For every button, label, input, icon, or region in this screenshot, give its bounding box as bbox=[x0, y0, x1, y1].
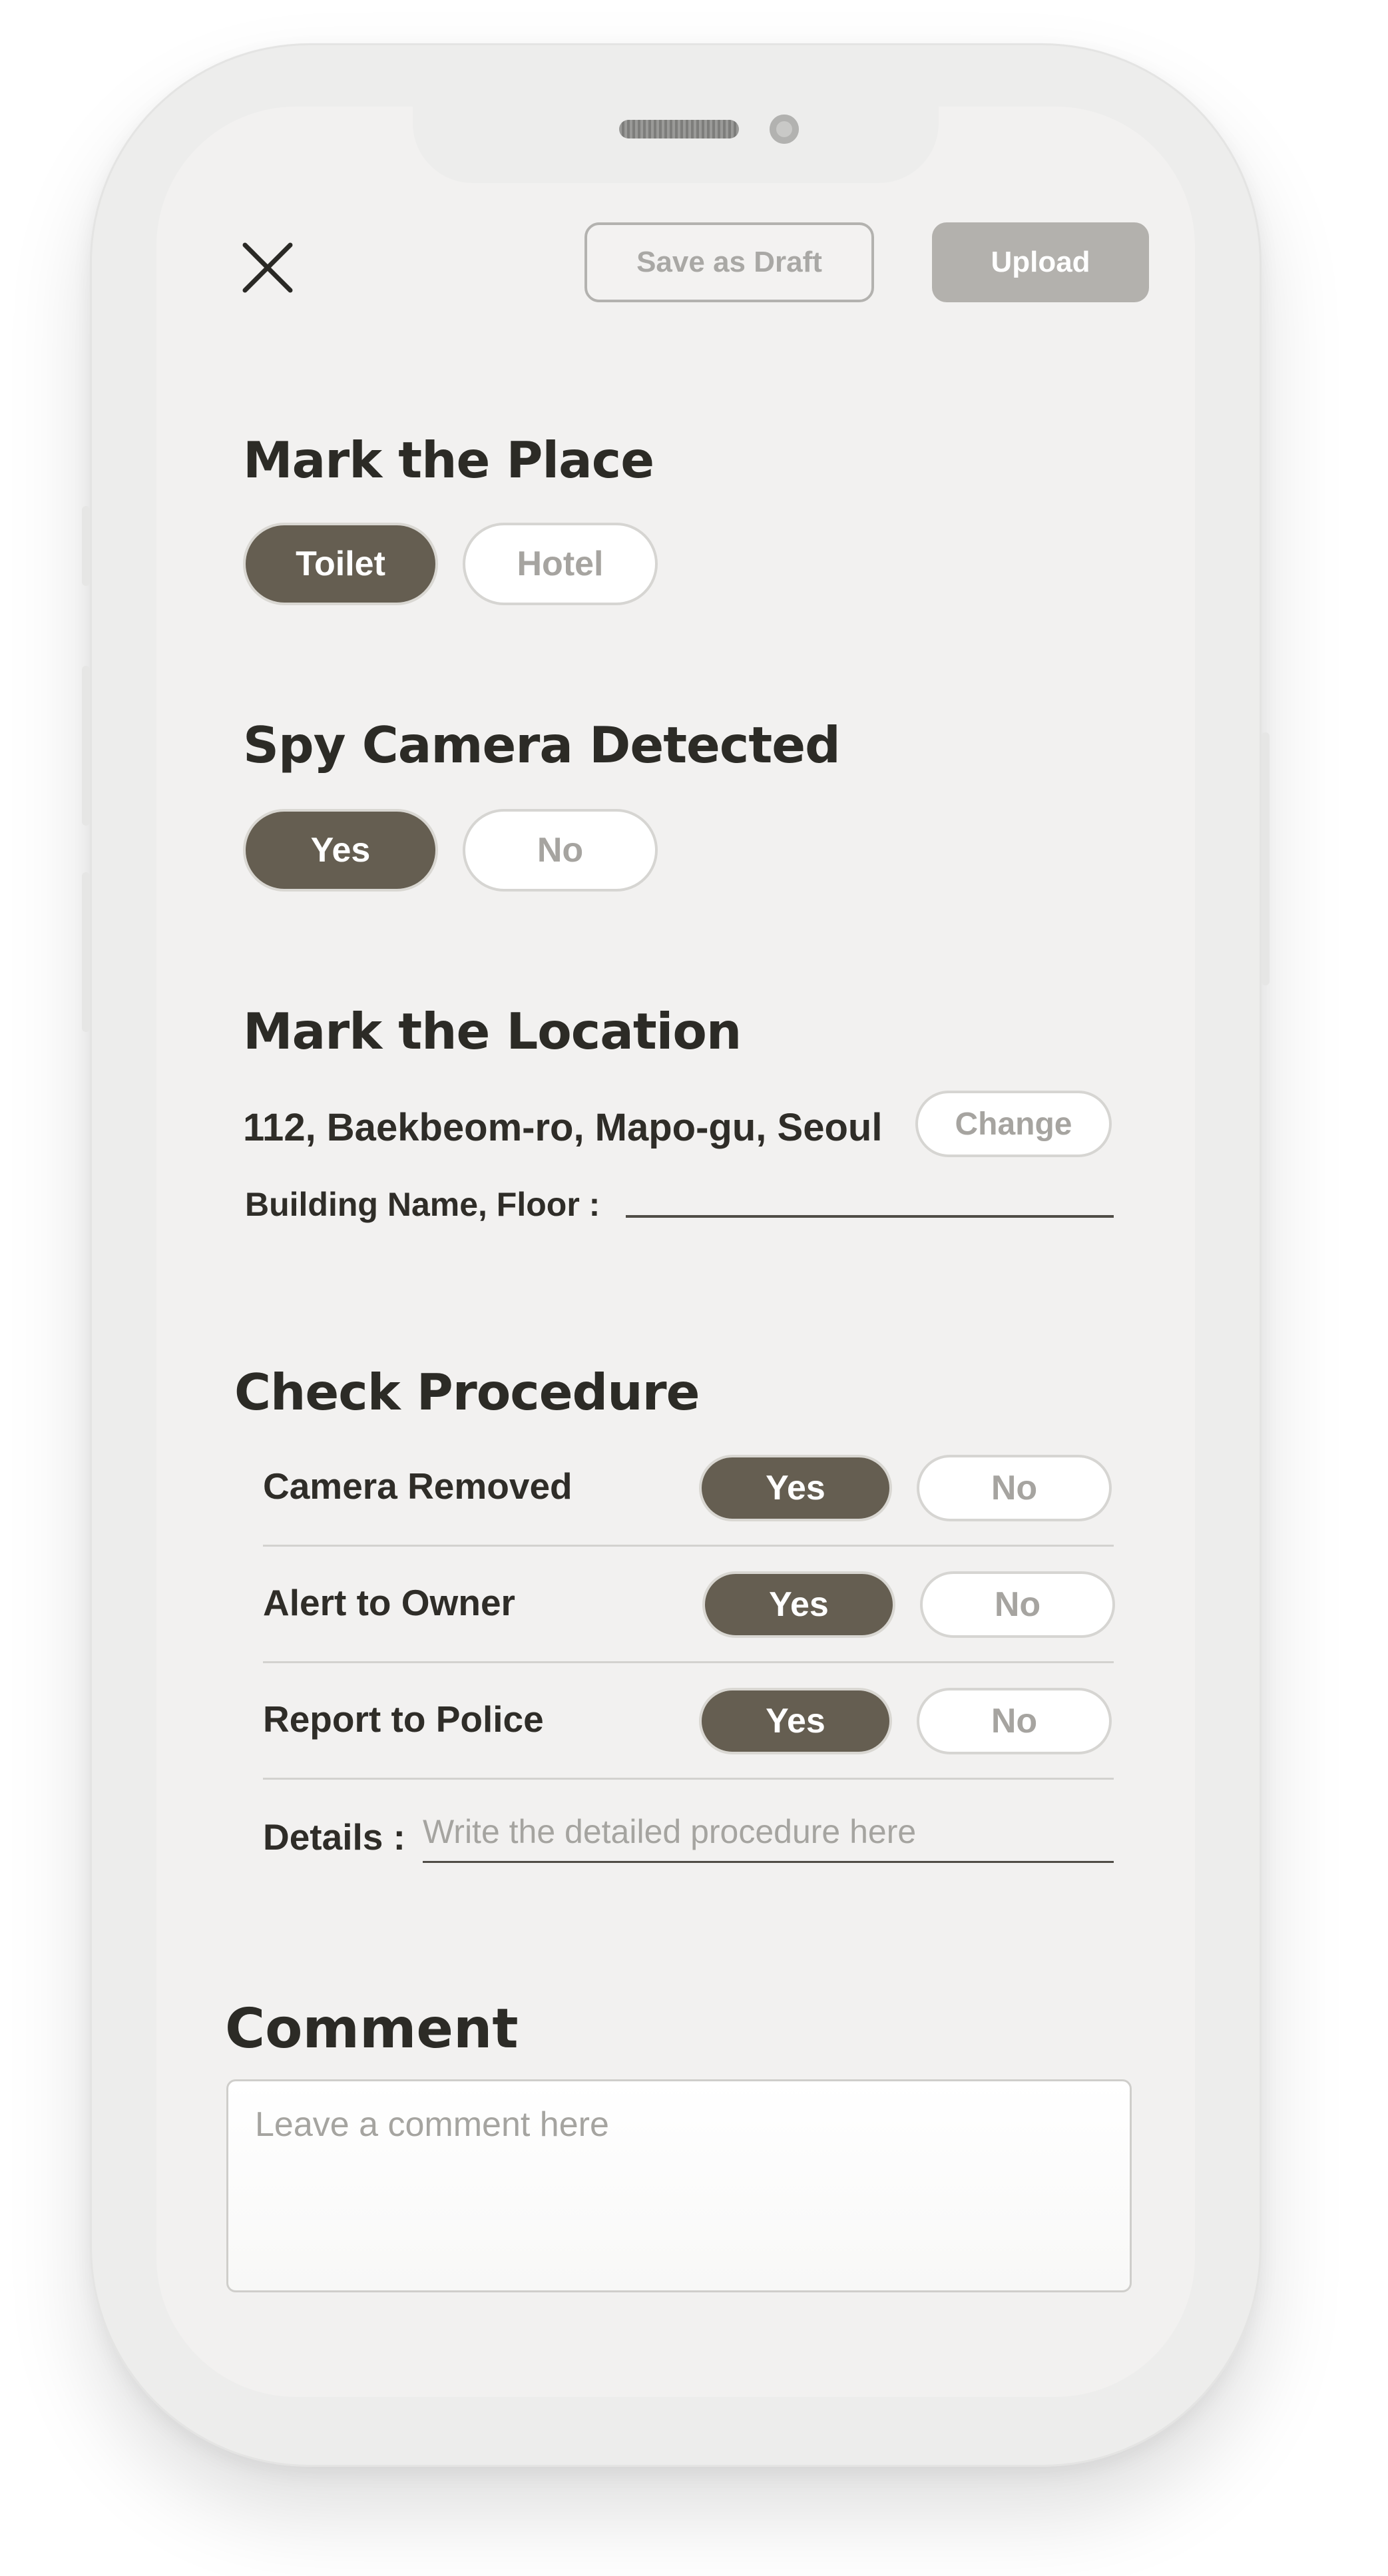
spy-camera-no-option[interactable]: No bbox=[463, 809, 658, 892]
alert-owner-no-option[interactable]: No bbox=[920, 1571, 1115, 1638]
alert-owner-yes-option[interactable]: Yes bbox=[702, 1571, 895, 1638]
save-as-draft-button[interactable]: Save as Draft bbox=[584, 222, 874, 302]
building-floor-label: Building Name, Floor : bbox=[245, 1186, 600, 1223]
row-divider bbox=[263, 1545, 1114, 1547]
spy-camera-yes-option[interactable]: Yes bbox=[243, 809, 438, 892]
row-divider bbox=[263, 1661, 1114, 1663]
details-input[interactable] bbox=[423, 1861, 1114, 1863]
location-address: 112, Baekbeom-ro, Mapo-gu, Seoul bbox=[243, 1106, 883, 1149]
section-title-procedure: Check Procedure bbox=[234, 1363, 700, 1421]
phone-notch bbox=[413, 107, 939, 183]
phone-power-button bbox=[1262, 732, 1270, 985]
camera-removed-no-option[interactable]: No bbox=[917, 1455, 1112, 1521]
details-placeholder: Write the detailed procedure here bbox=[423, 1813, 917, 1850]
report-police-yes-option[interactable]: Yes bbox=[699, 1688, 892, 1754]
procedure-row-label: Camera Removed bbox=[263, 1465, 573, 1507]
front-camera bbox=[770, 115, 799, 144]
change-location-button[interactable]: Change bbox=[915, 1091, 1112, 1157]
phone-side-button bbox=[82, 506, 90, 586]
section-title-comment: Comment bbox=[225, 1997, 519, 2061]
building-floor-input[interactable] bbox=[626, 1215, 1114, 1218]
details-label: Details : bbox=[263, 1816, 405, 1858]
close-icon[interactable] bbox=[240, 240, 296, 296]
place-option-toilet[interactable]: Toilet bbox=[243, 523, 438, 605]
report-police-no-option[interactable]: No bbox=[917, 1688, 1112, 1754]
section-title-spy-camera: Spy Camera Detected bbox=[243, 716, 841, 774]
upload-button[interactable]: Upload bbox=[932, 222, 1149, 302]
phone-side-button bbox=[82, 872, 90, 1032]
comment-placeholder: Leave a comment here bbox=[255, 2105, 609, 2144]
procedure-row-label: Alert to Owner bbox=[263, 1582, 515, 1623]
section-title-place: Mark the Place bbox=[243, 431, 654, 489]
row-divider bbox=[263, 1778, 1114, 1780]
comment-textarea[interactable]: Leave a comment here bbox=[226, 2079, 1132, 2292]
procedure-row-label: Report to Police bbox=[263, 1698, 544, 1740]
place-option-hotel[interactable]: Hotel bbox=[463, 523, 658, 605]
app-screen: Save as Draft Upload Mark the Place Toil… bbox=[156, 107, 1195, 2397]
phone-side-button bbox=[82, 666, 90, 826]
section-title-location: Mark the Location bbox=[243, 1002, 742, 1061]
speaker-grille bbox=[619, 120, 739, 138]
camera-removed-yes-option[interactable]: Yes bbox=[699, 1455, 892, 1521]
